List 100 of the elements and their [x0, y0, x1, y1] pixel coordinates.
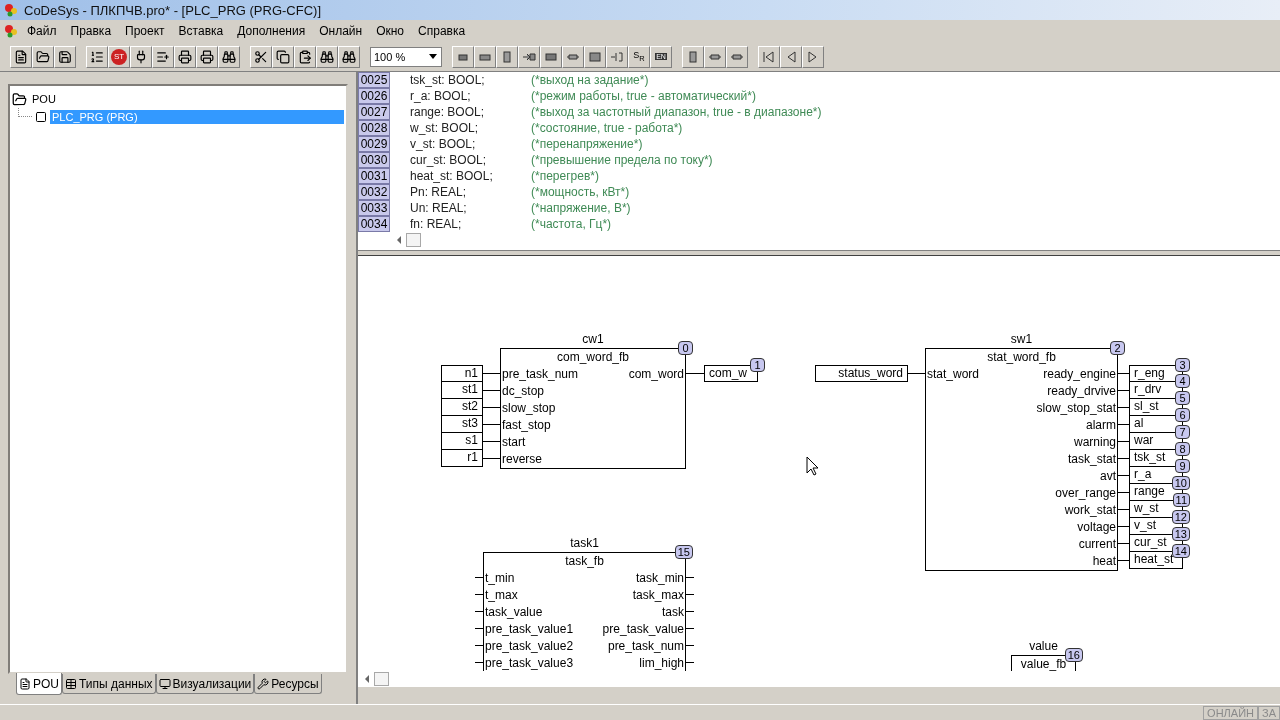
scroll-left-icon[interactable] — [396, 236, 402, 244]
printer-icon — [200, 49, 214, 64]
menu-item[interactable]: Онлайн — [312, 24, 370, 38]
line-number: 0031 — [358, 168, 390, 184]
first-button[interactable] — [758, 45, 780, 68]
list-plus-icon — [156, 49, 170, 64]
toolbar-button[interactable] — [272, 45, 294, 68]
toolbar-button[interactable] — [152, 45, 174, 68]
output-pin-label: current — [1077, 536, 1117, 553]
new-file-button[interactable] — [10, 45, 32, 68]
line-number: 0027 — [358, 104, 390, 120]
output-pin-label: work_stat — [1063, 502, 1117, 519]
block-instance-name: value — [1029, 638, 1058, 655]
variable-box: st3 — [441, 416, 483, 433]
code-comment: (*напряжение, В*) — [531, 201, 632, 215]
input-pin-label: pre_task_value3 — [484, 655, 575, 671]
toolbar-button[interactable] — [218, 45, 240, 68]
save-icon — [58, 49, 72, 64]
toolbar-button[interactable] — [584, 45, 606, 68]
output-pin-label: task_max — [631, 587, 685, 604]
menu-item[interactable]: Дополнения — [230, 24, 313, 38]
folder-icon — [36, 49, 50, 64]
toolbar-button[interactable] — [316, 45, 338, 68]
output-pin-label: over_range — [1054, 485, 1117, 502]
execution-order-badge: 5 — [1175, 391, 1190, 405]
toolbar-button[interactable] — [294, 45, 316, 68]
window-title: CoDeSys - ПЛКПЧВ.pro* - [PLC_PRG (PRG-CFC)] — [24, 2, 321, 18]
output-pin-label: heat — [1091, 553, 1117, 570]
paste-icon — [298, 49, 312, 64]
output-pin-label: alarm — [1085, 417, 1117, 434]
document-icon — [14, 49, 28, 64]
block-instance-name: cw1 — [582, 331, 604, 348]
menu-item[interactable]: Правка — [63, 24, 119, 38]
toolbar-button[interactable] — [518, 45, 540, 68]
toolbar-button[interactable] — [338, 45, 360, 68]
toolbar-button[interactable] — [174, 45, 196, 68]
toolbar-button[interactable] — [196, 45, 218, 68]
stop-button[interactable]: ST — [108, 45, 130, 68]
scrollbar-thumb[interactable] — [406, 233, 421, 247]
code-comment: (*выход на задание*) — [531, 73, 650, 87]
previous-button[interactable] — [780, 45, 802, 68]
execution-order-badge: 7 — [1175, 425, 1190, 439]
output-pin-label: slow_stop_stat — [1035, 400, 1117, 417]
output-pin-label: task — [661, 604, 685, 621]
save-button[interactable] — [54, 45, 76, 68]
output-pin-label: pre_task_value — [601, 621, 685, 638]
tree-item[interactable]: POU — [30, 92, 58, 106]
input-pin-label: start — [501, 434, 527, 451]
tab-icon — [19, 677, 31, 690]
toolbar-button[interactable] — [250, 45, 272, 68]
line-number: 0034 — [358, 216, 390, 232]
cut-icon — [254, 49, 268, 64]
search-icon — [320, 49, 334, 64]
toolbar-button[interactable] — [452, 45, 474, 68]
app-logo-icon — [4, 24, 20, 38]
tab[interactable]: Типы данных — [62, 674, 156, 694]
tab[interactable]: Ресурсы — [254, 674, 322, 694]
menu-item[interactable]: Справка — [411, 24, 473, 38]
toolbar-button[interactable] — [474, 45, 496, 68]
binoculars-icon — [222, 49, 236, 64]
code-text: tsk_st: BOOL; — [409, 73, 486, 87]
tab[interactable]: POU — [16, 673, 62, 695]
output-pin-label: pre_task_num — [606, 638, 685, 655]
output-pin-label: ready_engine — [1042, 366, 1117, 383]
code-comment: (*выход за частотный диапазон, true - в диапазоне*) — [531, 105, 823, 119]
block-instance-name: sw1 — [1010, 331, 1033, 348]
input-pin-label: t_min — [484, 570, 516, 587]
printer-icon — [178, 49, 192, 64]
output-pin-label: com_word — [627, 366, 685, 383]
toolbar-button[interactable] — [86, 45, 108, 68]
code-comment: (*перегрев*) — [531, 169, 600, 183]
line-number: 0033 — [358, 200, 390, 216]
next-button[interactable] — [802, 45, 824, 68]
status-indicator: ЗА — [1258, 706, 1280, 720]
open-folder-button[interactable] — [32, 45, 54, 68]
tab[interactable]: Визуализации — [155, 674, 255, 694]
set-reset-button[interactable]: S$_{R}$ — [628, 45, 650, 68]
output-pin-label: avt — [1099, 468, 1117, 485]
input-pin-label: pre_task_num — [501, 366, 580, 383]
copy-icon — [276, 49, 290, 64]
input-pin-label: pre_task_value2 — [484, 638, 575, 655]
code-text: range: BOOL; — [409, 105, 486, 119]
line-number: 0029 — [358, 136, 390, 152]
toolbar-button[interactable] — [540, 45, 562, 68]
code-comment: (*состояние, true - работа*) — [531, 121, 684, 135]
scrollbar-thumb[interactable] — [374, 672, 389, 686]
menu-item[interactable]: Окно — [369, 24, 412, 38]
variable-box: st2 — [441, 399, 483, 416]
menu-item[interactable]: Проект — [118, 24, 172, 38]
output-pin-label: warning — [1072, 434, 1117, 451]
folder-icon — [12, 91, 27, 107]
execution-order-badge: 1 — [750, 358, 765, 372]
zoom-dropdown[interactable]: 100 % — [370, 46, 442, 67]
mouse-pointer-icon — [806, 456, 819, 476]
scroll-left-icon[interactable] — [364, 675, 370, 683]
list-icon — [90, 49, 104, 64]
execution-order-badge: 9 — [1175, 459, 1190, 473]
menu-item[interactable]: Вставка — [171, 24, 231, 38]
menu-item[interactable]: Файл — [20, 24, 64, 38]
toolbar-button[interactable] — [130, 45, 152, 68]
